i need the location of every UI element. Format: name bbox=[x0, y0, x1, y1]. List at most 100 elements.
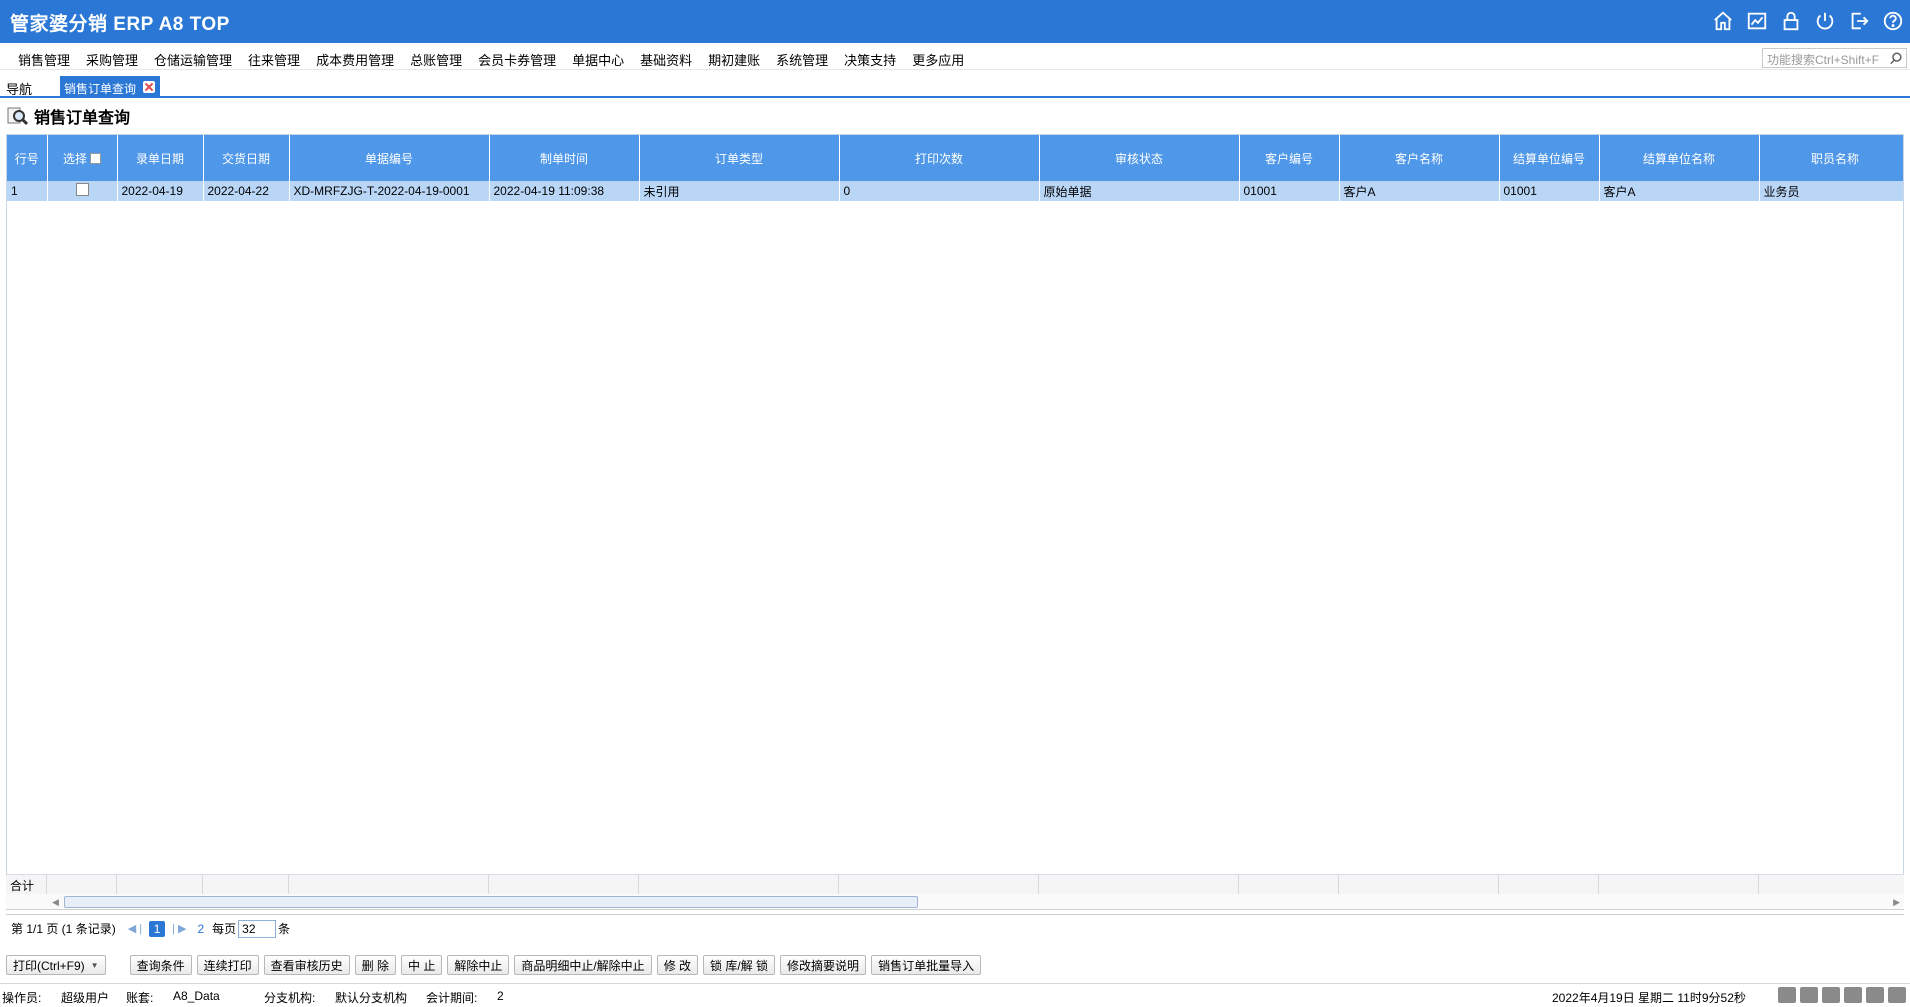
operator-label: 操作员: bbox=[2, 991, 42, 1005]
cell-row-no: 1 bbox=[7, 181, 48, 201]
edit-summary-button[interactable]: 修改摘要说明 bbox=[780, 955, 867, 975]
prev-page-icon[interactable]: ◀ | bbox=[128, 922, 142, 935]
summary-row: 合计 bbox=[6, 874, 1910, 895]
power-icon[interactable] bbox=[1814, 10, 1836, 32]
menu-item-purchase[interactable]: 采购管理 bbox=[78, 50, 146, 69]
apps-icon[interactable] bbox=[1866, 987, 1884, 1003]
home-icon[interactable] bbox=[1712, 10, 1734, 32]
datetime: 2022年4月19日 星期二 11时9分52秒 bbox=[1552, 991, 1746, 1005]
cell-customer-name: 客户A bbox=[1339, 181, 1500, 201]
cell-settle-name: 客户A bbox=[1599, 181, 1760, 201]
menu-item-ledger[interactable]: 总账管理 bbox=[402, 50, 470, 69]
menu-item-sales[interactable]: 销售管理 bbox=[10, 50, 78, 69]
period-value: 2 bbox=[497, 989, 504, 1003]
menu-item-more[interactable]: 更多应用 bbox=[904, 50, 972, 69]
message-icon[interactable] bbox=[1778, 987, 1796, 1003]
delete-button[interactable]: 删 除 bbox=[354, 955, 396, 975]
action-toolbar: 打印(Ctrl+F9) ▼ 查询条件 连续打印 查看审核历史 删 除 中 止 解… bbox=[6, 954, 986, 976]
chart-icon[interactable] bbox=[1746, 10, 1768, 32]
cell-entry-date: 2022-04-19 bbox=[117, 181, 204, 201]
help-icon[interactable] bbox=[1882, 10, 1904, 32]
cell-audit-status: 原始单据 bbox=[1039, 181, 1240, 201]
menu-item-cost[interactable]: 成本费用管理 bbox=[308, 50, 402, 69]
account-label: 账套: bbox=[126, 991, 154, 1005]
modify-button[interactable]: 修 改 bbox=[656, 955, 699, 975]
main-menu: 销售管理 采购管理 仓储运输管理 往来管理 成本费用管理 总账管理 会员卡券管理… bbox=[10, 50, 972, 69]
col-print-count[interactable]: 打印次数 bbox=[839, 135, 1040, 181]
col-doc-number[interactable]: 单据编号 bbox=[289, 135, 490, 181]
item-suspend-button[interactable]: 商品明细中止/解除中止 bbox=[514, 955, 652, 975]
note-icon[interactable] bbox=[1822, 987, 1840, 1003]
cell-select bbox=[47, 181, 118, 201]
unsuspend-button[interactable]: 解除中止 bbox=[447, 955, 510, 975]
horizontal-scrollbar[interactable]: ◀ ▶ bbox=[6, 894, 1904, 910]
scroll-right-icon[interactable]: ▶ bbox=[1893, 897, 1900, 908]
col-customer-code[interactable]: 客户编号 bbox=[1239, 135, 1340, 181]
audit-history-button[interactable]: 查看审核历史 bbox=[263, 955, 350, 975]
col-settle-name[interactable]: 结算单位名称 bbox=[1599, 135, 1760, 181]
branch-label: 分支机构: bbox=[264, 991, 316, 1005]
menu-item-opening[interactable]: 期初建账 bbox=[700, 50, 768, 69]
suspend-button[interactable]: 中 止 bbox=[400, 955, 443, 975]
notepad-icon[interactable] bbox=[1800, 987, 1818, 1003]
pager: 第 1/1 页 (1 条记录) ◀ | 1 | ▶ 2 每页 条 bbox=[6, 914, 1904, 942]
next-page-icon[interactable]: | ▶ bbox=[172, 922, 186, 935]
col-created-time[interactable]: 制单时间 bbox=[489, 135, 640, 181]
col-delivery-date[interactable]: 交货日期 bbox=[203, 135, 290, 181]
table-row[interactable]: 1 2022-04-19 2022-04-22 XD-MRFZJG-T-2022… bbox=[7, 181, 1903, 201]
col-customer-name[interactable]: 客户名称 bbox=[1339, 135, 1500, 181]
branch-value: 默认分支机构 bbox=[335, 991, 408, 1005]
tab-navigation[interactable]: 导航 bbox=[6, 79, 32, 98]
tab-sales-order-query[interactable]: 销售订单查询 bbox=[60, 76, 160, 98]
menu-item-system[interactable]: 系统管理 bbox=[768, 50, 836, 69]
lock-icon[interactable] bbox=[1780, 10, 1802, 32]
summary-label: 合计 bbox=[6, 875, 47, 895]
cell-customer-code: 01001 bbox=[1239, 181, 1340, 201]
col-audit-status[interactable]: 审核状态 bbox=[1039, 135, 1240, 181]
tab-bar: 导航 销售订单查询 bbox=[0, 76, 1910, 98]
menu-item-documents[interactable]: 单据中心 bbox=[564, 50, 632, 69]
operator-value: 超级用户 bbox=[61, 991, 110, 1005]
scroll-thumb[interactable] bbox=[64, 896, 918, 908]
menu-item-accounts[interactable]: 往来管理 bbox=[240, 50, 308, 69]
cell-delivery-date: 2022-04-22 bbox=[203, 181, 290, 201]
scroll-left-icon[interactable]: ◀ bbox=[52, 897, 59, 908]
batch-import-button[interactable]: 销售订单批量导入 bbox=[871, 955, 982, 975]
search-icon[interactable] bbox=[1889, 51, 1903, 65]
status-bar: 操作员: 超级用户 账套: A8_Data 分支机构: 默认分支机构 会计期间:… bbox=[0, 983, 1910, 1007]
menu-item-warehouse[interactable]: 仓储运输管理 bbox=[146, 50, 240, 69]
per-page-label: 每页 bbox=[212, 922, 237, 936]
page-info: 第 1/1 页 (1 条记录) bbox=[11, 922, 116, 936]
page-link-2[interactable]: 2 bbox=[197, 922, 204, 936]
menu-item-basic-data[interactable]: 基础资料 bbox=[632, 50, 700, 69]
per-page-input[interactable] bbox=[238, 919, 277, 938]
query-conditions-button[interactable]: 查询条件 bbox=[129, 955, 192, 975]
col-row-no[interactable]: 行号 bbox=[7, 135, 48, 181]
account-value: A8_Data bbox=[173, 989, 220, 1003]
period-label: 会计期间: bbox=[426, 991, 478, 1005]
current-page[interactable]: 1 bbox=[149, 920, 166, 937]
menu-item-decision[interactable]: 决策支持 bbox=[836, 50, 904, 69]
home-icon[interactable] bbox=[1888, 987, 1906, 1003]
title-icons bbox=[1712, 10, 1904, 32]
grid-icon[interactable] bbox=[1844, 987, 1862, 1003]
exit-icon[interactable] bbox=[1848, 10, 1870, 32]
col-entry-date[interactable]: 录单日期 bbox=[117, 135, 204, 181]
row-checkbox[interactable] bbox=[75, 183, 89, 196]
function-search-input[interactable]: 功能搜索Ctrl+Shift+F bbox=[1762, 48, 1907, 68]
lock-unlock-button[interactable]: 锁 库/解 锁 bbox=[703, 955, 776, 975]
col-select[interactable]: 选择 bbox=[47, 135, 118, 181]
menu-item-membership[interactable]: 会员卡券管理 bbox=[470, 50, 564, 69]
chevron-down-icon[interactable]: ▼ bbox=[91, 961, 99, 970]
status-icons bbox=[1778, 987, 1906, 1003]
select-all-checkbox[interactable] bbox=[90, 152, 101, 164]
close-icon[interactable] bbox=[143, 81, 155, 93]
print-button[interactable]: 打印(Ctrl+F9) ▼ bbox=[6, 955, 106, 975]
continuous-print-button[interactable]: 连续打印 bbox=[196, 955, 259, 975]
page-title: 销售订单查询 bbox=[34, 110, 131, 127]
per-page-unit: 条 bbox=[278, 922, 291, 936]
col-settle-code[interactable]: 结算单位编号 bbox=[1499, 135, 1600, 181]
col-staff-name[interactable]: 职员名称 bbox=[1759, 135, 1903, 181]
col-order-type[interactable]: 订单类型 bbox=[639, 135, 840, 181]
cell-print-count: 0 bbox=[839, 181, 1040, 201]
